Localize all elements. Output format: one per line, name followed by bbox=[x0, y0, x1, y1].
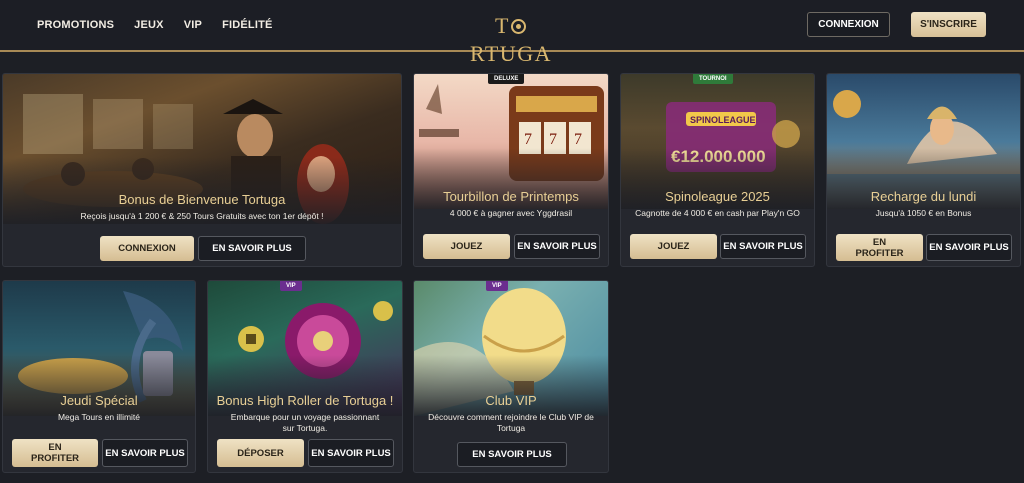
tortuga-logo[interactable]: T RTUGA bbox=[456, 12, 566, 66]
nav-promotions[interactable]: PROMOTIONS bbox=[37, 19, 114, 31]
top-header: PROMOTIONS JEUX VIP FIDÉLITÉ T RTUGA CONN… bbox=[0, 0, 1024, 66]
card-title: Bonus High Roller de Tortuga ! bbox=[216, 393, 394, 408]
card-secondary-button[interactable]: EN SAVOIR PLUS bbox=[457, 442, 567, 467]
card-subtitle: Embarque pour un voyage passionnant sur … bbox=[230, 412, 380, 433]
card-subtitle: Cagnotte de 4 000 € en cash par Play'n G… bbox=[635, 208, 800, 218]
card-subtitle: Mega Tours en illimité bbox=[57, 412, 141, 422]
card-primary-button[interactable]: EN PROFITER bbox=[12, 439, 98, 467]
card-title: Jeudi Spécial bbox=[60, 393, 138, 408]
card-primary-button[interactable]: JOUEZ bbox=[423, 234, 510, 259]
spinoleague-art-amount: €12.000.000 bbox=[671, 147, 766, 166]
promo-card-tourbillon: 7 7 7 DELUXE Tourbillon de Printemps 4 0… bbox=[413, 73, 609, 267]
nav-fidelite[interactable]: FIDÉLITÉ bbox=[222, 19, 273, 31]
svg-text:7: 7 bbox=[574, 131, 582, 148]
vip-badge: VIP bbox=[280, 281, 302, 291]
promo-card-spinoleague: SPINOLEAGUE €12.000.000 TOURNOI Spinolea… bbox=[620, 73, 815, 267]
deluxe-badge: DELUXE bbox=[488, 74, 525, 84]
card-title: Tourbillon de Printemps bbox=[443, 189, 579, 204]
signup-button[interactable]: S'INSCRIRE bbox=[911, 12, 986, 37]
card-primary-button[interactable]: DÉPOSER bbox=[217, 439, 304, 467]
card-primary-button[interactable]: EN PROFITER bbox=[836, 234, 923, 261]
card-secondary-button[interactable]: EN SAVOIR PLUS bbox=[926, 234, 1012, 261]
spinoleague-art-text: SPINOLEAGUE bbox=[690, 115, 756, 125]
compass-icon bbox=[510, 19, 526, 34]
card-subtitle: Reçois jusqu'à 1 200 € & 250 Tours Gratu… bbox=[80, 211, 324, 221]
card-primary-button[interactable]: JOUEZ bbox=[630, 234, 717, 259]
card-secondary-button[interactable]: EN SAVOIR PLUS bbox=[102, 439, 188, 467]
card-subtitle: Découvre comment rejoindre le Club VIP d… bbox=[428, 412, 594, 433]
logo-text-left: T bbox=[495, 13, 510, 38]
card-title: Bonus de Bienvenue Tortuga bbox=[118, 192, 286, 207]
card-secondary-button[interactable]: EN SAVOIR PLUS bbox=[198, 236, 306, 261]
vip-badge: VIP bbox=[486, 281, 508, 291]
svg-text:7: 7 bbox=[524, 131, 532, 148]
card-primary-button[interactable]: CONNEXION bbox=[100, 236, 194, 261]
login-button[interactable]: CONNEXION bbox=[807, 12, 890, 37]
main-nav: PROMOTIONS JEUX VIP FIDÉLITÉ bbox=[37, 19, 293, 31]
card-secondary-button[interactable]: EN SAVOIR PLUS bbox=[308, 439, 394, 467]
card-title: Club VIP bbox=[485, 393, 537, 408]
card-secondary-button[interactable]: EN SAVOIR PLUS bbox=[514, 234, 600, 259]
card-subtitle: 4 000 € à gagner avec Yggdrasil bbox=[449, 208, 573, 218]
promo-card-club-vip: VIP Club VIP Découvre comment rejoindre … bbox=[413, 280, 609, 473]
tournament-badge: TOURNOI bbox=[693, 74, 733, 84]
nav-jeux[interactable]: JEUX bbox=[134, 19, 164, 31]
promo-card-high-roller: VIP Bonus High Roller de Tortuga ! Embar… bbox=[207, 280, 403, 473]
promo-card-jeudi: Jeudi Spécial Mega Tours en illimité EN … bbox=[2, 280, 196, 473]
promo-card-welcome: Bonus de Bienvenue Tortuga Reçois jusqu'… bbox=[2, 73, 402, 267]
card-secondary-button[interactable]: EN SAVOIR PLUS bbox=[720, 234, 806, 259]
card-subtitle: Jusqu'à 1050 € en Bonus bbox=[875, 208, 972, 218]
nav-vip[interactable]: VIP bbox=[184, 19, 202, 31]
card-title: Spinoleague 2025 bbox=[665, 189, 770, 204]
svg-text:7: 7 bbox=[549, 131, 557, 148]
promo-card-recharge: Recharge du lundi Jusqu'à 1050 € en Bonu… bbox=[826, 73, 1021, 267]
logo-text-right: RTUGA bbox=[470, 41, 552, 66]
card-title: Recharge du lundi bbox=[870, 189, 977, 204]
